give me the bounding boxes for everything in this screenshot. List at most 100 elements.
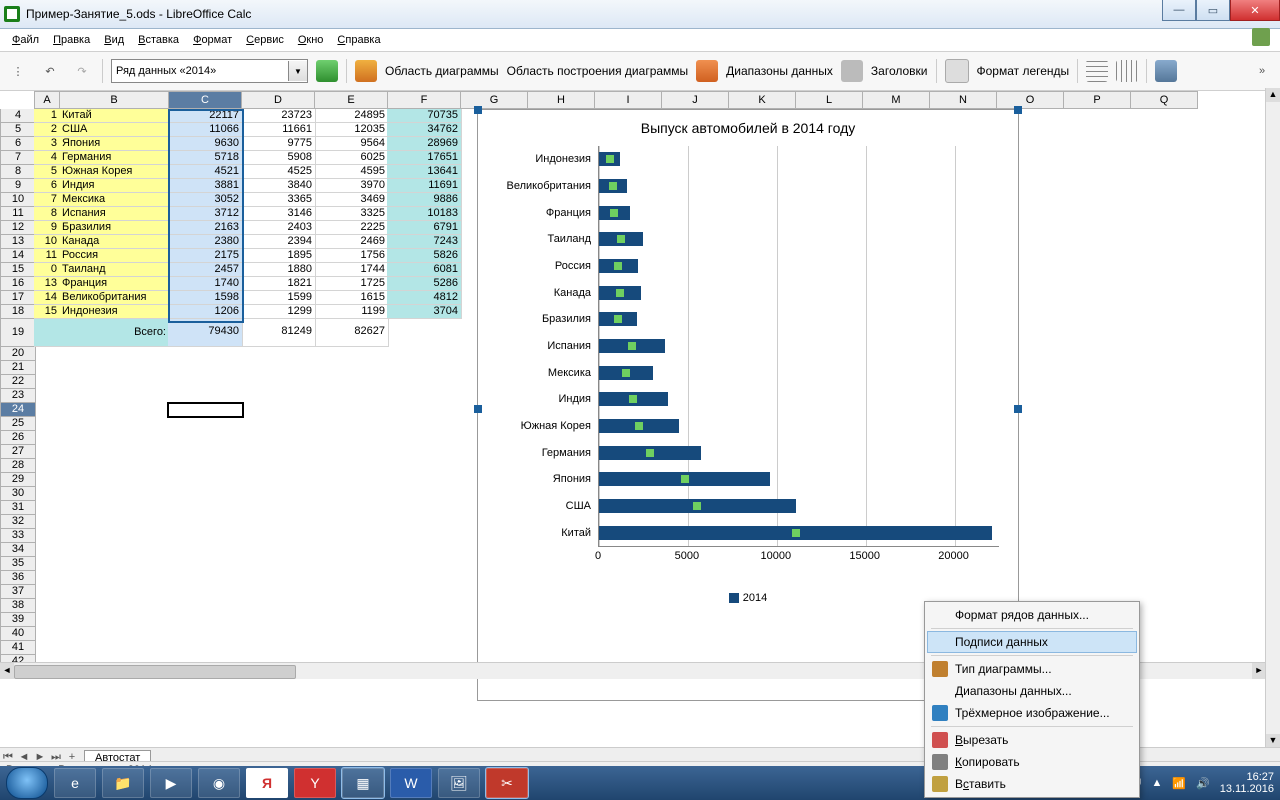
resize-handle[interactable]: [1014, 405, 1022, 413]
cell[interactable]: 3325: [314, 207, 389, 221]
cell[interactable]: 2469: [314, 235, 389, 249]
cell[interactable]: 13: [34, 277, 61, 291]
cell[interactable]: Индонезия: [59, 305, 170, 319]
cell[interactable]: 9775: [241, 137, 316, 151]
menu-Вид[interactable]: Вид: [98, 32, 130, 48]
scroll-left-icon[interactable]: ◄: [0, 663, 14, 679]
cell[interactable]: Таиланд: [59, 263, 170, 277]
cell[interactable]: 5718: [168, 151, 243, 165]
taskbar-pictures-icon[interactable]: 🖼: [438, 768, 480, 798]
chart-bar[interactable]: [599, 446, 701, 460]
cell[interactable]: 79430: [168, 319, 243, 347]
vgrid-icon[interactable]: [1116, 60, 1138, 82]
cell[interactable]: Китай: [59, 109, 170, 123]
cell[interactable]: 3469: [314, 193, 389, 207]
cell[interactable]: 7: [34, 193, 61, 207]
col-header-C[interactable]: C: [169, 91, 242, 109]
taskbar-word-icon[interactable]: W: [390, 768, 432, 798]
column-headers[interactable]: ABCDEFGHIJKLMNOPQ: [34, 91, 1280, 109]
row-header[interactable]: 37: [0, 585, 36, 599]
cell[interactable]: 9564: [314, 137, 389, 151]
chart-bar[interactable]: [599, 259, 638, 273]
cell[interactable]: 2380: [168, 235, 243, 249]
chart-type-icon[interactable]: [355, 60, 377, 82]
cell[interactable]: 28969: [387, 137, 462, 151]
cell[interactable]: 9: [34, 221, 61, 235]
chart-wall-icon[interactable]: [696, 60, 718, 82]
cell[interactable]: 1880: [241, 263, 316, 277]
row-header[interactable]: 9: [0, 179, 36, 193]
vertical-scrollbar[interactable]: ▲ ▼: [1265, 88, 1280, 748]
row-header[interactable]: 22: [0, 375, 36, 389]
cell[interactable]: 6791: [387, 221, 462, 235]
row-header[interactable]: 11: [0, 207, 36, 221]
row-header[interactable]: 20: [0, 347, 36, 361]
minimize-button[interactable]: —: [1162, 0, 1196, 21]
col-header-J[interactable]: J: [662, 91, 729, 109]
data-table-icon[interactable]: [841, 60, 863, 82]
cell[interactable]: 2225: [314, 221, 389, 235]
col-header-B[interactable]: B: [60, 91, 169, 109]
cell[interactable]: 4595: [314, 165, 389, 179]
row-header[interactable]: 13: [0, 235, 36, 249]
chart-bar[interactable]: [599, 152, 620, 166]
cell[interactable]: [34, 319, 61, 347]
cell[interactable]: 2457: [168, 263, 243, 277]
cell[interactable]: 1615: [314, 291, 389, 305]
data-ranges-button[interactable]: Диапазоны данных: [726, 64, 833, 78]
col-header-O[interactable]: O: [997, 91, 1064, 109]
resize-handle[interactable]: [1014, 106, 1022, 114]
row-header[interactable]: 41: [0, 641, 36, 655]
cell[interactable]: 3365: [241, 193, 316, 207]
cell[interactable]: Франция: [59, 277, 170, 291]
cell[interactable]: 4: [34, 151, 61, 165]
cell[interactable]: 13641: [387, 165, 462, 179]
cell[interactable]: 5908: [241, 151, 316, 165]
row-header[interactable]: 25: [0, 417, 36, 431]
cell[interactable]: Мексика: [59, 193, 170, 207]
taskbar-yandex-icon[interactable]: Я: [246, 768, 288, 798]
col-header-F[interactable]: F: [388, 91, 461, 109]
cell[interactable]: Индия: [59, 179, 170, 193]
row-header[interactable]: 17: [0, 291, 36, 305]
row-header[interactable]: 28: [0, 459, 36, 473]
plot-area-button[interactable]: Область построения диаграммы: [507, 64, 689, 78]
cell[interactable]: 3840: [241, 179, 316, 193]
cell[interactable]: 4521: [168, 165, 243, 179]
menu-Сервис[interactable]: Сервис: [240, 32, 290, 48]
row-header[interactable]: 6: [0, 137, 36, 151]
cell[interactable]: 1599: [241, 291, 316, 305]
col-header-K[interactable]: K: [729, 91, 796, 109]
chart-bar[interactable]: [599, 339, 665, 353]
cell[interactable]: Япония: [59, 137, 170, 151]
cell[interactable]: 11691: [387, 179, 462, 193]
cell[interactable]: 10: [34, 235, 61, 249]
cell[interactable]: 0: [34, 263, 61, 277]
menu-Справка[interactable]: Справка: [331, 32, 386, 48]
context-menu-item[interactable]: Вставить: [927, 773, 1137, 795]
cell[interactable]: 9630: [168, 137, 243, 151]
cell[interactable]: 11661: [241, 123, 316, 137]
row-header[interactable]: 14: [0, 249, 36, 263]
titles-button[interactable]: Заголовки: [871, 64, 928, 78]
cell[interactable]: 3: [34, 137, 61, 151]
cell[interactable]: 70735: [387, 109, 462, 123]
cell[interactable]: 9886: [387, 193, 462, 207]
tray-volume-icon[interactable]: 🔊: [1196, 777, 1210, 790]
cell[interactable]: 17651: [387, 151, 462, 165]
row-header[interactable]: 4: [0, 109, 36, 123]
row-header[interactable]: 7: [0, 151, 36, 165]
cell[interactable]: 1895: [241, 249, 316, 263]
col-header-N[interactable]: N: [930, 91, 997, 109]
toolbar-overflow-icon[interactable]: »: [1250, 59, 1274, 83]
cell[interactable]: 1821: [241, 277, 316, 291]
cell[interactable]: 82627: [314, 319, 389, 347]
chart-bar[interactable]: [599, 206, 630, 220]
col-header-I[interactable]: I: [595, 91, 662, 109]
row-header[interactable]: 34: [0, 543, 36, 557]
cell[interactable]: 14: [34, 291, 61, 305]
cell[interactable]: 1299: [241, 305, 316, 319]
taskbar-yabrowser-icon[interactable]: Y: [294, 768, 336, 798]
close-button[interactable]: ✕: [1230, 0, 1280, 21]
resize-handle[interactable]: [474, 106, 482, 114]
